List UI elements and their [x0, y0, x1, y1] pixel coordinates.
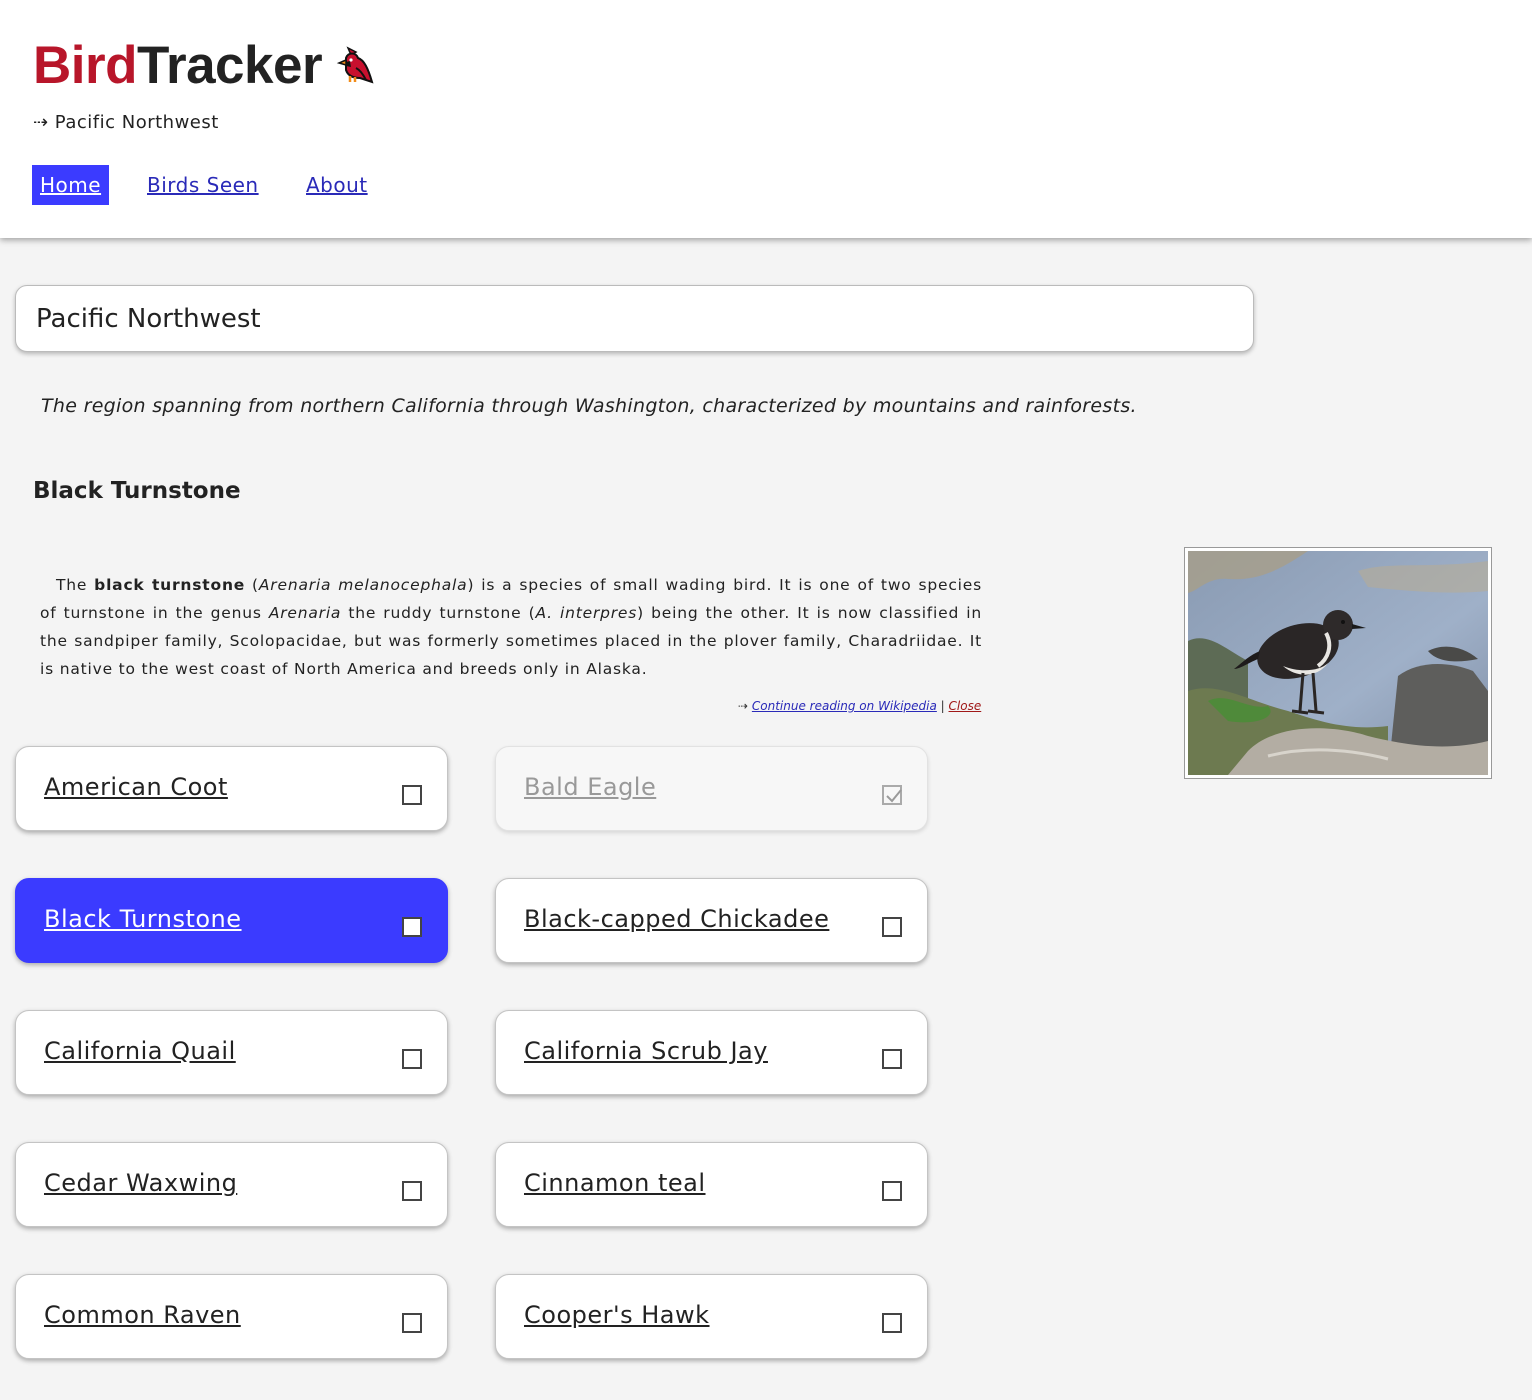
bird-summary: The black turnstone (Arenaria melanoceph…: [40, 571, 982, 683]
summary-scientific-name: Arenaria melanocephala: [258, 576, 468, 594]
bird-card-name[interactable]: Cedar Waxwing: [44, 1169, 237, 1197]
site-logo: Bird Tracker: [33, 32, 376, 99]
checkmark-icon: [886, 789, 902, 803]
bird-card-california-quail[interactable]: California Quail: [15, 1010, 448, 1095]
nav-birds-seen[interactable]: Birds Seen: [147, 165, 259, 205]
seen-checkbox[interactable]: [402, 1049, 422, 1069]
seen-checkbox[interactable]: [882, 917, 902, 937]
bird-card-black-turnstone[interactable]: Black Turnstone: [15, 878, 448, 963]
seen-checkbox[interactable]: [402, 1313, 422, 1333]
bird-card-bald-eagle[interactable]: Bald Eagle: [495, 746, 928, 831]
summary-text: the ruddy turnstone (: [341, 604, 536, 622]
seen-checkbox[interactable]: [402, 785, 422, 805]
bird-card-name[interactable]: Common Raven: [44, 1301, 241, 1329]
seen-checkbox[interactable]: [402, 1181, 422, 1201]
bird-card-name[interactable]: California Quail: [44, 1037, 236, 1065]
cardinal-icon: [336, 38, 376, 99]
summary-scientific-name: A. interpres: [535, 604, 638, 622]
seen-checkbox[interactable]: [882, 1049, 902, 1069]
nav-home[interactable]: Home: [32, 165, 110, 205]
bird-card-california-scrub-jay[interactable]: California Scrub Jay: [495, 1010, 928, 1095]
summary-bold-name: black turnstone: [94, 576, 246, 594]
bird-heading: Black Turnstone: [33, 478, 241, 504]
wiki-links: ⇢ Continue reading on Wikipedia | Close: [738, 699, 1000, 713]
arrow-icon: ⇢: [738, 699, 752, 713]
bird-card-name[interactable]: California Scrub Jay: [524, 1037, 768, 1065]
region-breadcrumb: ⇢ Pacific Northwest: [33, 112, 219, 133]
region-input[interactable]: [15, 285, 1254, 352]
logo-text-bird: Bird: [33, 36, 138, 95]
nav-about[interactable]: About: [306, 165, 368, 205]
summary-text: The: [56, 576, 95, 594]
bird-card-name[interactable]: Black-capped Chickadee: [524, 905, 829, 933]
seen-checkbox[interactable]: [882, 1181, 902, 1201]
seen-checkbox[interactable]: [402, 917, 422, 937]
bird-card-coopers-hawk[interactable]: Cooper's Hawk: [495, 1274, 928, 1359]
bird-card-name[interactable]: Black Turnstone: [44, 905, 242, 933]
bird-card-name[interactable]: Cooper's Hawk: [524, 1301, 710, 1329]
continue-reading-link[interactable]: Continue reading on Wikipedia: [752, 699, 937, 713]
summary-genus: Arenaria: [268, 604, 342, 622]
site-header: Bird Tracker ⇢ Pacific Northwest Home Bir…: [0, 0, 1532, 238]
bird-card-black-capped-chickadee[interactable]: Black-capped Chickadee: [495, 878, 928, 963]
seen-checkbox[interactable]: [882, 1313, 902, 1333]
bird-card-name[interactable]: Cinnamon teal: [524, 1169, 706, 1197]
bird-card-cedar-waxwing[interactable]: Cedar Waxwing: [15, 1142, 448, 1227]
logo-text-tracker: Tracker: [137, 36, 323, 95]
bird-card-name[interactable]: American Coot: [44, 773, 228, 801]
bird-card-common-raven[interactable]: Common Raven: [15, 1274, 448, 1359]
region-description: The region spanning from northern Califo…: [41, 395, 1137, 417]
close-link[interactable]: Close: [949, 699, 982, 713]
link-separator: |: [936, 699, 949, 713]
bird-photo: [1184, 547, 1492, 779]
summary-text: (: [245, 576, 259, 594]
bird-card-cinnamon-teal[interactable]: Cinnamon teal: [495, 1142, 928, 1227]
bird-card-american-coot[interactable]: American Coot: [15, 746, 448, 831]
bird-card-name[interactable]: Bald Eagle: [524, 773, 656, 801]
seen-checkbox[interactable]: [882, 785, 902, 805]
